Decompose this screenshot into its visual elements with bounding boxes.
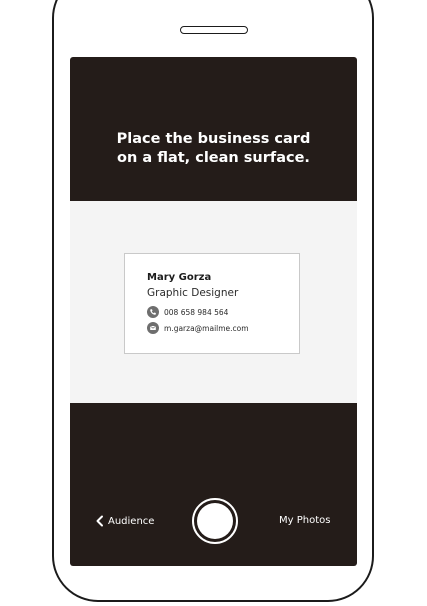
chevron-left-icon — [95, 515, 104, 527]
my-photos-button[interactable]: My Photos — [279, 515, 330, 526]
shutter-button[interactable] — [192, 498, 238, 544]
back-button-label: Audience — [108, 515, 155, 527]
instruction-text: Place the business card on a flat, clean… — [70, 130, 357, 168]
card-name: Mary Gorza — [147, 272, 212, 283]
camera-bottom-bar: Audience My Photos — [70, 497, 357, 547]
back-button[interactable]: Audience — [95, 515, 154, 527]
business-card-preview: Mary Gorza Graphic Designer 008 658 984 … — [124, 253, 300, 354]
instruction-line-2: on a flat, clean surface. — [117, 150, 310, 166]
card-email-row: m.garza@mailme.com — [147, 322, 249, 334]
phone-icon — [147, 306, 159, 318]
camera-viewfinder: Mary Gorza Graphic Designer 008 658 984 … — [70, 201, 357, 403]
mail-icon — [147, 322, 159, 334]
camera-screen: Place the business card on a flat, clean… — [70, 57, 357, 566]
shutter-inner-circle — [197, 503, 233, 539]
card-phone: 008 658 984 564 — [164, 307, 229, 317]
card-email: m.garza@mailme.com — [164, 323, 249, 333]
card-phone-row: 008 658 984 564 — [147, 306, 228, 318]
phone-speaker — [180, 26, 248, 34]
card-title: Graphic Designer — [147, 287, 239, 299]
instruction-line-1: Place the business card — [116, 131, 311, 147]
